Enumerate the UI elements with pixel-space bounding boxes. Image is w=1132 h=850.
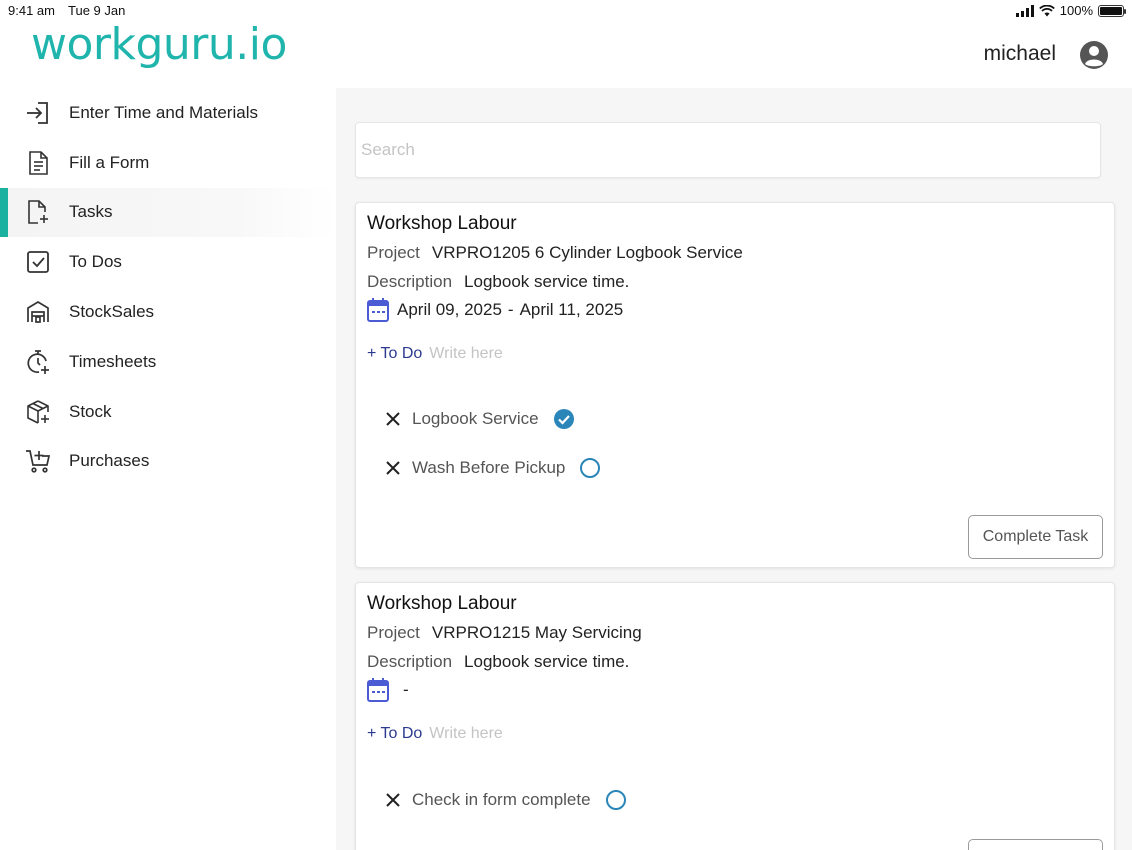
- battery-icon: [1098, 4, 1126, 17]
- task-project: Project VRPRO1215 May Servicing: [367, 623, 642, 643]
- task-card[interactable]: Workshop Labour Project VRPRO1205 6 Cyli…: [355, 202, 1115, 568]
- warehouse-icon: [24, 298, 52, 326]
- search-box[interactable]: [355, 122, 1101, 178]
- task-dates: -: [367, 678, 415, 702]
- todo-item: Check in form complete: [384, 789, 627, 811]
- add-todo-row: + To Do: [367, 345, 680, 363]
- sidebar-item-label: Tasks: [69, 202, 113, 222]
- task-description: Description Logbook service time.: [367, 652, 629, 672]
- sidebar-item-label: Stock: [69, 401, 112, 421]
- status-date: Tue 9 Jan: [68, 3, 126, 18]
- checked-circle-icon[interactable]: [553, 408, 575, 430]
- box-icon: [24, 398, 52, 426]
- unchecked-circle-icon[interactable]: [579, 457, 601, 479]
- description-value: Logbook service time.: [464, 652, 630, 671]
- task-title: Workshop Labour: [367, 213, 517, 234]
- complete-task-button[interactable]: [968, 839, 1103, 850]
- project-value: VRPRO1215 May Servicing: [431, 623, 642, 642]
- project-label: Project: [367, 623, 420, 642]
- tasks-icon: [24, 198, 52, 226]
- todo-text: Wash Before Pickup: [412, 458, 566, 477]
- date-end: April 11, 2025: [519, 300, 624, 319]
- description-label: Description: [367, 272, 453, 291]
- task-title: Workshop Labour: [367, 593, 517, 614]
- project-value: VRPRO1205 6 Cylinder Logbook Service: [431, 243, 743, 262]
- status-time: 9:41 am: [8, 3, 55, 18]
- sidebar-item-timesheets[interactable]: Timesheets: [0, 337, 336, 387]
- sidebar-item-stocksales[interactable]: StockSales: [0, 287, 336, 337]
- todo-text: Check in form complete: [412, 790, 591, 809]
- battery-percent: 100%: [1059, 3, 1093, 18]
- cart-icon: [24, 447, 52, 475]
- sidebar-item-label: Timesheets: [69, 351, 157, 371]
- sidebar-item-label: Purchases: [69, 451, 150, 471]
- delete-todo-icon[interactable]: [384, 791, 402, 809]
- sidebar-item-label: To Dos: [69, 252, 122, 272]
- add-todo-button[interactable]: + To Do: [367, 345, 422, 363]
- todo-item: Wash Before Pickup: [384, 457, 601, 479]
- todo-input[interactable]: [429, 345, 680, 363]
- todo-input[interactable]: [429, 725, 680, 743]
- workguru-logo[interactable]: workguru.io: [31, 19, 287, 70]
- sidebar-item-stock[interactable]: Stock: [0, 387, 336, 437]
- complete-task-button[interactable]: Complete Task: [968, 515, 1103, 559]
- enter-icon: [24, 99, 52, 127]
- account-icon[interactable]: [1078, 39, 1110, 71]
- delete-todo-icon[interactable]: [384, 459, 402, 477]
- cellular-signal-icon: [1015, 4, 1034, 17]
- add-todo-row: + To Do: [367, 725, 680, 743]
- project-label: Project: [367, 243, 420, 262]
- task-dates: April 09, 2025- April 11, 2025: [367, 298, 623, 322]
- status-indicators: 100%: [1015, 3, 1126, 18]
- wifi-icon: [1038, 4, 1055, 16]
- todo-item: Logbook Service: [384, 408, 575, 430]
- description-label: Description: [367, 652, 453, 671]
- task-description: Description Logbook service time.: [367, 272, 629, 292]
- sidebar-item-label: Fill a Form: [69, 152, 150, 172]
- sidebar: Enter Time and Materials Fill a Form Tas…: [0, 88, 336, 850]
- calendar-icon: [367, 298, 389, 322]
- todo-text: Logbook Service: [412, 409, 539, 428]
- user-name[interactable]: michael: [984, 42, 1056, 66]
- task-project: Project VRPRO1205 6 Cylinder Logbook Ser…: [367, 243, 743, 263]
- search-input[interactable]: [356, 123, 1100, 177]
- task-card[interactable]: Workshop Labour Project VRPRO1215 May Se…: [355, 582, 1115, 850]
- main-content: Workshop Labour Project VRPRO1205 6 Cyli…: [336, 88, 1132, 850]
- sidebar-item-tasks[interactable]: Tasks: [0, 187, 336, 238]
- calendar-icon: [367, 678, 389, 702]
- form-icon: [24, 149, 52, 177]
- sidebar-item-label: StockSales: [69, 302, 155, 322]
- sidebar-item-purchases[interactable]: Purchases: [0, 437, 336, 487]
- app-header: workguru.io michael: [0, 19, 1132, 88]
- delete-todo-icon[interactable]: [384, 410, 402, 428]
- unchecked-circle-icon[interactable]: [605, 789, 627, 811]
- date-separator: -: [507, 300, 514, 319]
- sidebar-item-enter-time[interactable]: Enter Time and Materials: [0, 88, 336, 138]
- checkbox-icon: [24, 248, 52, 276]
- sidebar-item-todos[interactable]: To Dos: [0, 237, 336, 287]
- date-separator: -: [403, 680, 409, 699]
- sidebar-item-fill-form[interactable]: Fill a Form: [0, 138, 336, 188]
- add-todo-button[interactable]: + To Do: [367, 725, 422, 743]
- description-value: Logbook service time.: [464, 272, 630, 291]
- date-range: April 09, 2025- April 11, 2025: [397, 300, 623, 320]
- date-start: April 09, 2025: [397, 300, 502, 319]
- date-range: -: [397, 680, 415, 700]
- stopwatch-icon: [24, 348, 52, 376]
- sidebar-item-label: Enter Time and Materials: [69, 102, 258, 122]
